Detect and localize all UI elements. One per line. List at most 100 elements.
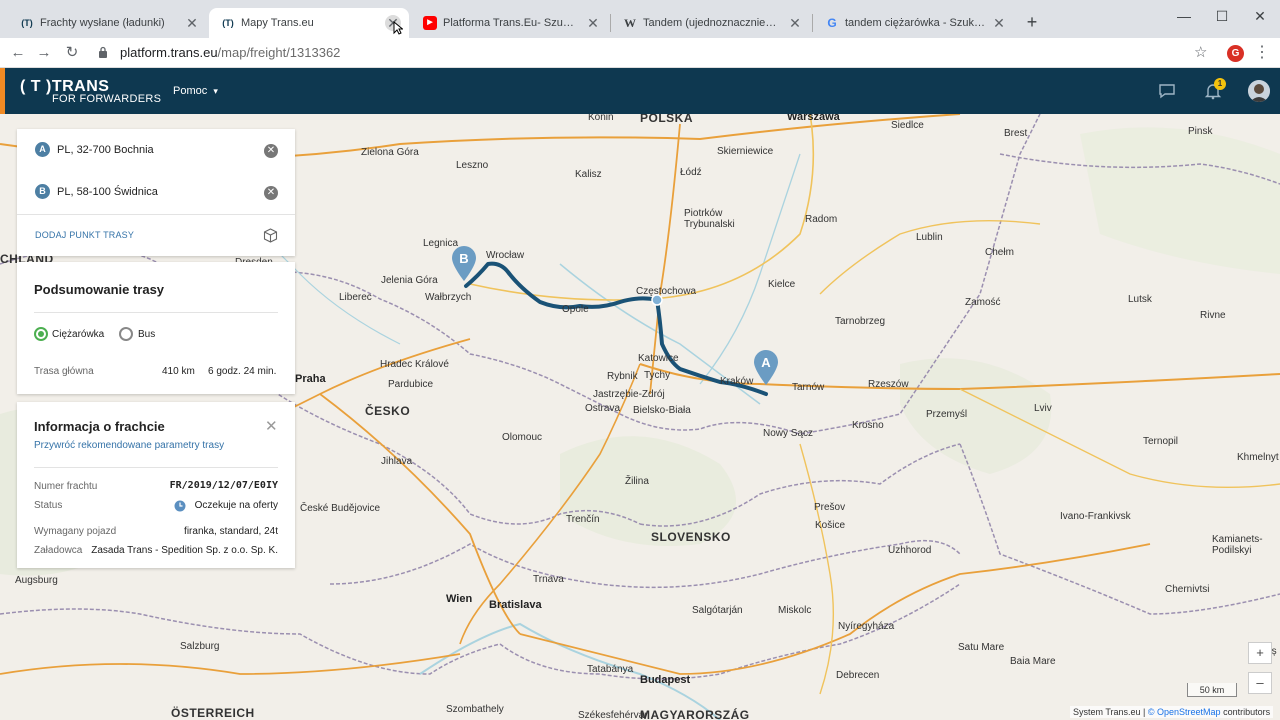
url-field[interactable]: platform.trans.eu/map/freight/1313362 (92, 42, 1182, 64)
vehicle-bus-radio[interactable] (119, 327, 133, 341)
browser-tab-youtube[interactable]: ▶ Platforma Trans.Eu- Szukanie ład ✕ (411, 8, 609, 38)
city-label: Salgótarján (692, 605, 743, 616)
vehicle-truck-radio[interactable] (34, 327, 48, 341)
status-label: Status (34, 500, 63, 511)
route-distance: 410 km (162, 366, 195, 377)
add-route-point-link[interactable]: DODAJ PUNKT TRASY (35, 230, 134, 240)
route-marker-a[interactable]: A (753, 350, 779, 386)
city-label: Nyíregyháza (838, 621, 895, 632)
city-label: Trnava (533, 574, 564, 585)
city-label: Chernivtsi (1165, 584, 1210, 595)
city-label: Jelenia Góra (381, 275, 438, 286)
origin-marker-icon: A (35, 142, 50, 157)
close-tab-icon[interactable]: ✕ (184, 8, 200, 38)
bookmark-star-icon[interactable]: ☆ (1194, 43, 1207, 61)
package-icon[interactable] (263, 228, 278, 243)
main-route-label: Trasa główna (34, 366, 94, 377)
city-label: Krosno (852, 420, 884, 431)
logo-mark-icon: ( T ) (20, 78, 52, 95)
city-label: Leszno (456, 160, 489, 171)
freight-info-panel: Informacja o frachcie ✕ Przywróć rekomen… (17, 402, 295, 568)
accent-stripe (0, 68, 5, 114)
new-tab-button[interactable]: + (1022, 10, 1042, 34)
browser-tab-freight-sent[interactable]: (T) Frachty wysłane (ładunki) ✕ (8, 8, 208, 38)
browser-tab-wikipedia[interactable]: W Tandem (ujednoznacznienie) – W ✕ (611, 8, 811, 38)
city-label: České Budějovice (300, 503, 381, 514)
city-label: Nowy Sącz (763, 428, 814, 439)
trans-logo[interactable]: ( T )TRANS FOR FORWARDERS (20, 78, 161, 105)
maximize-icon[interactable]: ☐ (1210, 6, 1234, 26)
city-label: Wrocław (486, 250, 525, 261)
close-tab-icon[interactable]: ✕ (787, 8, 803, 38)
trans-icon: (T) (222, 18, 234, 28)
divider (17, 214, 295, 215)
browser-menu-icon[interactable]: ⋮ (1254, 42, 1270, 62)
city-label: Lublin (916, 232, 943, 243)
forward-arrow-icon[interactable]: → (34, 43, 54, 63)
reload-icon[interactable]: ↻ (62, 43, 82, 63)
browser-tab-google[interactable]: G tandem ciężarówka - Szukaj w Go ✕ (813, 8, 1015, 38)
user-photo-icon (1248, 80, 1270, 102)
city-label: Košice (815, 520, 846, 531)
chat-icon[interactable] (1158, 82, 1176, 100)
freight-number: FR/2019/12/07/E0IY (169, 480, 278, 491)
required-vehicle: firanka, standard, 24t (184, 526, 278, 537)
wikipedia-icon: W (624, 16, 636, 30)
city-label: Piotrków Trybunalski (684, 208, 735, 230)
divider (34, 467, 278, 468)
shipper-label: Załadowca (34, 545, 83, 556)
route-marker-b[interactable]: B (451, 246, 477, 282)
mouse-cursor-icon (393, 21, 403, 35)
close-tab-icon[interactable]: ✕ (585, 8, 601, 38)
city-label: Rivne (1200, 310, 1226, 321)
trans-icon: (T) (21, 18, 33, 28)
zoom-out-button[interactable]: – (1248, 672, 1272, 694)
city-label: Brest (1004, 128, 1028, 139)
country-label: SLOVENSKO (651, 530, 731, 544)
city-label: Debrecen (836, 670, 880, 681)
map-scale: 50 km (1187, 683, 1237, 697)
status-badge: Oczekuje na oferty (194, 500, 278, 511)
window-close-icon[interactable]: ✕ (1248, 6, 1272, 26)
divider (34, 312, 278, 313)
city-label: Opole (562, 304, 589, 315)
city-label: Wałbrzych (425, 292, 472, 303)
route-points-panel: A PL, 32-700 Bochnia ✕ B PL, 58-100 Świd… (17, 129, 295, 256)
back-arrow-icon[interactable]: ← (8, 43, 28, 63)
zoom-in-button[interactable]: + (1248, 642, 1272, 664)
city-label: Radom (805, 214, 838, 225)
country-label: ČESKO (365, 404, 411, 418)
remove-destination-icon[interactable]: ✕ (264, 186, 278, 200)
city-label: Tarnów (792, 382, 825, 393)
city-label: Tatabánya (587, 664, 634, 675)
city-label: Jastrzębie-Zdrój (593, 389, 665, 400)
google-icon: G (827, 16, 837, 30)
route-duration: 6 godz. 24 min. (208, 366, 277, 377)
user-avatar[interactable] (1248, 80, 1270, 102)
city-label: Rybnik (607, 371, 638, 382)
city-label: Bratislava (489, 599, 542, 611)
close-icon[interactable]: ✕ (265, 417, 278, 435)
profile-avatar[interactable]: G (1227, 45, 1244, 62)
youtube-icon: ▶ (423, 16, 437, 30)
help-menu[interactable]: Pomoc ▾ (173, 85, 218, 97)
freight-title: Informacja o frachcie (34, 419, 165, 434)
browser-tab-maps[interactable]: (T) Mapy Trans.eu ✕ (209, 8, 409, 38)
city-label: Kamianets-Podilskyi (1212, 534, 1263, 556)
osm-link[interactable]: © OpenStreetMap (1148, 707, 1221, 717)
svg-text:B: B (459, 251, 468, 266)
city-label: Tarnobrzeg (835, 316, 886, 327)
city-label: Olomouc (502, 432, 543, 443)
lock-icon (99, 46, 107, 58)
restore-params-link[interactable]: Przywróć rekomendowane parametry trasy (34, 440, 224, 451)
minimize-icon[interactable]: — (1172, 6, 1196, 26)
clock-icon (174, 500, 186, 512)
city-label: Salzburg (180, 641, 220, 652)
app-header: ( T )TRANS FOR FORWARDERS Pomoc ▾ (0, 68, 1280, 114)
city-label: Wien (446, 593, 473, 605)
city-label: Jihlava (381, 456, 413, 467)
remove-origin-icon[interactable]: ✕ (264, 144, 278, 158)
city-label: Legnica (423, 238, 459, 249)
city-label: Ternopil (1143, 436, 1179, 447)
close-tab-icon[interactable]: ✕ (991, 8, 1007, 38)
